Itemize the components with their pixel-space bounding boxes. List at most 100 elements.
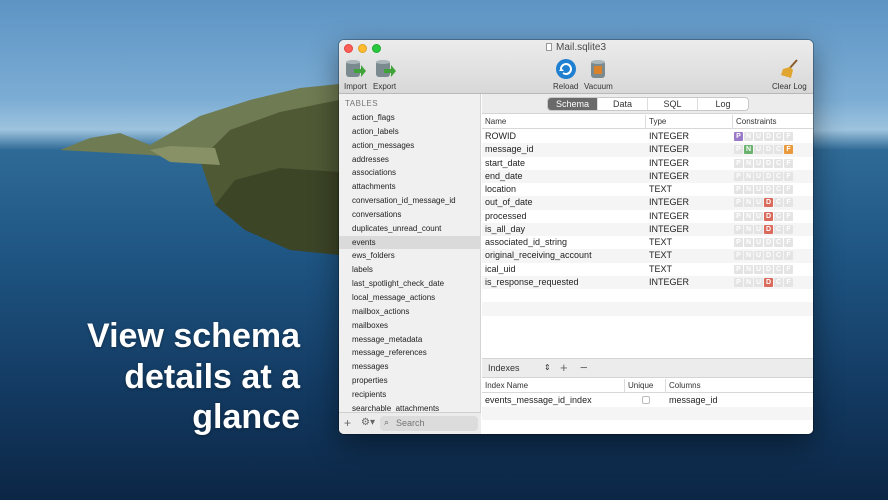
constraint-badge-p: P	[734, 171, 743, 181]
constraint-badge-f: F	[784, 238, 793, 247]
constraint-badge-n: N	[744, 158, 753, 168]
sidebar-item-messages[interactable]: messages	[339, 360, 481, 374]
add-index-button[interactable]: +	[560, 360, 568, 375]
column-header-unique[interactable]: Unique	[628, 381, 653, 390]
sidebar-item-action-labels[interactable]: action_labels	[339, 125, 481, 139]
sidebar-item-recipients[interactable]: recipients	[339, 388, 481, 402]
schema-row[interactable]: ROWID INTEGER P N U D C F	[482, 130, 813, 143]
constraint-badge-c: C	[774, 145, 783, 155]
constraint-badge-u: U	[754, 185, 763, 194]
schema-row[interactable]: is_all_day INTEGER P N U D C F	[482, 222, 813, 236]
sidebar-item-attachments[interactable]: attachments	[339, 180, 481, 194]
clear-log-label: Clear Log	[772, 82, 807, 91]
column-header-constraints[interactable]: Constraints	[736, 117, 776, 126]
schema-row[interactable]: processed INTEGER P N U D C F	[482, 210, 813, 223]
unique-checkbox[interactable]	[642, 396, 650, 404]
schema-row[interactable]: end_date INTEGER P N U D C F	[482, 169, 813, 183]
constraint-badge-f: F	[784, 145, 793, 155]
reload-button[interactable]: Reload	[553, 58, 578, 91]
constraint-badge-p: P	[734, 251, 743, 261]
constraint-badge-f: F	[784, 224, 793, 234]
sidebar-item-ews-folders[interactable]: ews_folders	[339, 249, 481, 263]
tables-header: TABLES	[345, 99, 379, 108]
search-icon: ⌕	[384, 417, 390, 427]
export-button[interactable]: Export	[373, 58, 396, 91]
column-name: associated_id_string	[485, 237, 568, 247]
constraint-badge-f: F	[784, 171, 793, 181]
schema-row[interactable]: out_of_date INTEGER P N U D C F	[482, 196, 813, 210]
sidebar-item-duplicates-unread-count[interactable]: duplicates_unread_count	[339, 222, 481, 236]
constraint-badge-f: F	[784, 198, 793, 208]
titlebar: Mail.sqlite3 Import Export Reload Vacuum…	[339, 40, 813, 94]
schema-row[interactable]: start_date INTEGER P N U D C F	[482, 157, 813, 170]
tab-data[interactable]: Data	[598, 98, 648, 110]
tab-schema[interactable]: Schema	[548, 98, 598, 110]
schema-row[interactable]: is_response_requested INTEGER P N U D C F	[482, 275, 813, 289]
column-name: ical_uid	[485, 263, 516, 274]
vacuum-button[interactable]: Vacuum	[584, 58, 613, 91]
sidebar-item-action-flags[interactable]: action_flags	[339, 111, 481, 125]
column-header-index-name[interactable]: Index Name	[485, 381, 528, 390]
column-header-columns[interactable]: Columns	[669, 381, 701, 390]
add-table-button[interactable]: +	[344, 416, 351, 430]
sidebar-item-mailboxes[interactable]: mailboxes	[339, 319, 481, 333]
sidebar-item-action-messages[interactable]: action_messages	[339, 139, 481, 153]
constraint-badges: PNUDCF	[734, 211, 793, 221]
column-type: TEXT	[649, 250, 673, 261]
column-name: message_id	[485, 144, 534, 155]
schema-row[interactable]: original_receiving_account TEXT P N U D C F	[482, 249, 813, 263]
constraint-badge-c: C	[774, 132, 783, 141]
gear-icon[interactable]: ⚙▾	[361, 417, 375, 428]
schema-row[interactable]: message_id INTEGER P N U D C F	[482, 143, 813, 157]
sidebar-item-conversations[interactable]: conversations	[339, 208, 481, 222]
sidebar-item-events[interactable]: events	[339, 235, 481, 250]
schema-row[interactable]: associated_id_string TEXT P N U D C F	[482, 236, 813, 249]
column-header-type[interactable]: Type	[649, 117, 666, 126]
indexes-selector[interactable]: Indexes	[488, 363, 520, 373]
constraint-badge-d: D	[764, 132, 773, 141]
chevron-updown-icon[interactable]: ⇕	[544, 363, 551, 372]
index-row[interactable]: events_message_id_index message_id	[482, 394, 813, 407]
constraint-badge-u: U	[754, 251, 763, 261]
column-header-name[interactable]: Name	[485, 117, 506, 126]
sidebar-item-labels[interactable]: labels	[339, 263, 481, 277]
column-name: start_date	[485, 157, 526, 168]
sidebar-item-properties[interactable]: properties	[339, 374, 481, 388]
sidebar-item-local-message-actions[interactable]: local_message_actions	[339, 291, 481, 305]
sidebar-item-associations[interactable]: associations	[339, 166, 481, 180]
search-input[interactable]	[396, 417, 474, 429]
sidebar-item-mailbox-actions[interactable]: mailbox_actions	[339, 305, 481, 319]
import-button[interactable]: Import	[344, 58, 367, 91]
search-field[interactable]: ⌕	[380, 416, 478, 431]
index-header: Index Name Unique Columns	[482, 379, 813, 393]
column-name: location	[485, 184, 517, 194]
main-pane: Schema Data SQL Log Name Type Constraints R…	[482, 94, 813, 434]
sidebar-item-conversation-id-message-id[interactable]: conversation_id_message_id	[339, 194, 481, 208]
constraint-badge-f: F	[784, 264, 793, 274]
constraint-badge-u: U	[754, 158, 763, 168]
headline-line-2: details at a	[124, 357, 300, 396]
constraint-badge-d: D	[764, 224, 773, 234]
tab-log[interactable]: Log	[698, 98, 748, 110]
sidebar-item-message-metadata[interactable]: message_metadata	[339, 333, 481, 347]
constraint-badges: PNUDCF	[734, 198, 793, 208]
schema-row[interactable]: ical_uid TEXT P N U D C F	[482, 263, 813, 276]
column-type: INTEGER	[649, 197, 690, 208]
constraint-badge-f: F	[784, 158, 793, 168]
schema-row[interactable]: location TEXT P N U D C F	[482, 183, 813, 196]
constraint-badges: PNUDCF	[734, 251, 793, 261]
reload-label: Reload	[553, 82, 579, 91]
constraint-badge-u: U	[754, 132, 763, 141]
marketing-headline: View schema details at a glance	[60, 316, 300, 438]
constraint-badge-f: F	[784, 251, 793, 261]
column-type: INTEGER	[649, 157, 690, 168]
app-window: Mail.sqlite3 Import Export Reload Vacuum…	[339, 40, 813, 434]
clear-log-button[interactable]: Clear Log	[772, 58, 807, 91]
constraint-badge-u: U	[754, 277, 763, 287]
sidebar-item-message-references[interactable]: message_references	[339, 346, 481, 360]
tables-sidebar: TABLES action_flags action_labels action_m…	[339, 94, 481, 434]
sidebar-item-addresses[interactable]: addresses	[339, 153, 481, 167]
remove-index-button[interactable]: −	[580, 360, 588, 375]
tab-sql[interactable]: SQL	[648, 98, 698, 110]
sidebar-item-last-spotlight-check-date[interactable]: last_spotlight_check_date	[339, 277, 481, 291]
